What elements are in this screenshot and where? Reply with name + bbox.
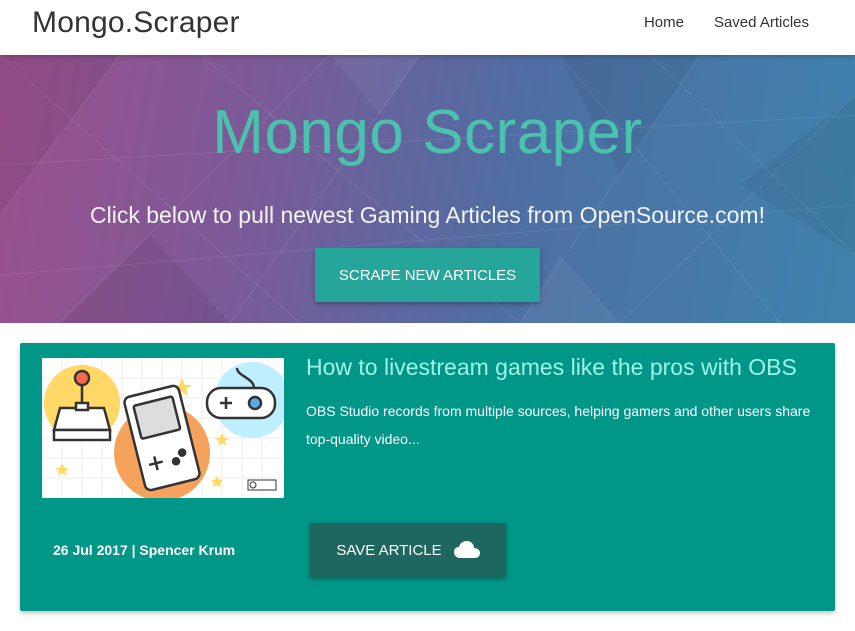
save-article-label: SAVE ARTICLE <box>336 541 442 559</box>
article-meta: 26 Jul 2017 | Spencer Krum <box>53 542 236 558</box>
hero-banner: Mongo Scraper Click below to pull newest… <box>0 55 855 323</box>
nav-links: Home Saved Articles <box>644 14 809 31</box>
article-title[interactable]: How to livestream games like the pros wi… <box>306 354 797 381</box>
game-controllers-illustration <box>42 358 284 498</box>
navbar: Mongo.Scraper Home Saved Articles <box>0 0 855 55</box>
nav-link-home[interactable]: Home <box>644 14 684 31</box>
save-article-button[interactable]: SAVE ARTICLE <box>310 523 506 577</box>
article-image[interactable] <box>42 358 284 498</box>
article-summary: OBS Studio records from multiple sources… <box>306 403 811 447</box>
nav-link-saved-articles[interactable]: Saved Articles <box>714 14 809 31</box>
cloud-icon <box>453 541 480 559</box>
brand-logo[interactable]: Mongo.Scraper <box>32 6 240 40</box>
hero-subtitle: Click below to pull newest Gaming Articl… <box>90 202 765 228</box>
scrape-new-articles-button[interactable]: SCRAPE NEW ARTICLES <box>315 248 540 302</box>
hero-title: Mongo Scraper <box>212 98 643 167</box>
article-card: How to livestream games like the pros wi… <box>20 343 835 611</box>
